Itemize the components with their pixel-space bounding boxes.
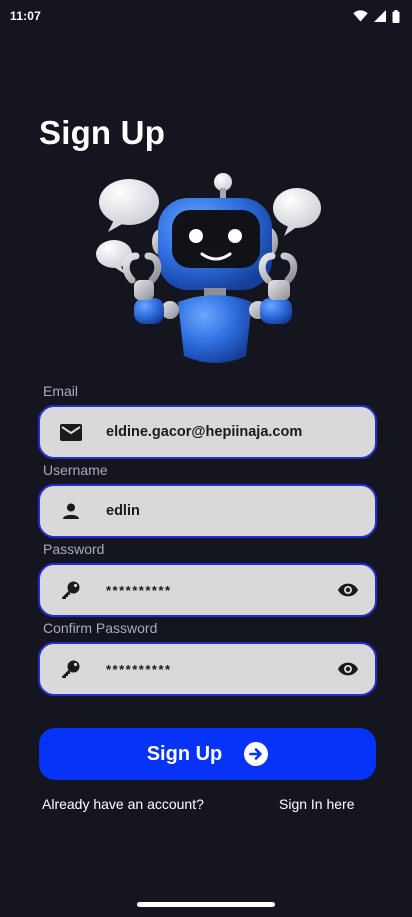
sign-up-button-label: Sign Up (146, 742, 223, 765)
password-field[interactable]: ********** (38, 563, 377, 617)
home-indicator[interactable] (137, 902, 275, 907)
email-value[interactable]: eldine.gacor@hepiinaja.com (102, 424, 375, 440)
confirm-password-label: Confirm Password (43, 620, 158, 636)
battery-icon (392, 9, 400, 23)
status-icons (353, 9, 400, 23)
password-label: Password (43, 541, 105, 557)
confirm-password-value[interactable]: ********** (102, 662, 321, 677)
status-time: 11:07 (10, 9, 42, 23)
username-field[interactable]: edlin (38, 484, 377, 538)
email-label: Email (43, 383, 79, 399)
sign-in-link[interactable]: Sign In here (279, 796, 355, 812)
wifi-icon (353, 10, 368, 22)
eye-icon[interactable] (321, 644, 375, 694)
eye-icon[interactable] (321, 565, 375, 615)
page-title: Sign Up (39, 114, 166, 151)
password-value[interactable]: ********** (102, 583, 321, 598)
person-icon (40, 486, 102, 536)
confirm-password-field[interactable]: ********** (38, 642, 377, 696)
sign-up-button[interactable]: Sign Up (39, 728, 376, 780)
email-field[interactable]: eldine.gacor@hepiinaja.com (38, 405, 377, 459)
account-prompt: Already have an account? (42, 796, 204, 812)
speech-bubble-left-icon (99, 179, 159, 232)
key-icon (40, 565, 102, 615)
arrow-right-circle-icon (244, 742, 269, 766)
signal-icon (374, 10, 386, 22)
status-bar: 11:07 (0, 0, 412, 32)
robot-illustration (96, 173, 321, 363)
username-label: Username (43, 462, 108, 478)
speech-bubble-right-icon (273, 188, 321, 236)
key-icon (40, 644, 102, 694)
mail-icon (40, 407, 102, 457)
username-value[interactable]: edlin (102, 503, 375, 519)
